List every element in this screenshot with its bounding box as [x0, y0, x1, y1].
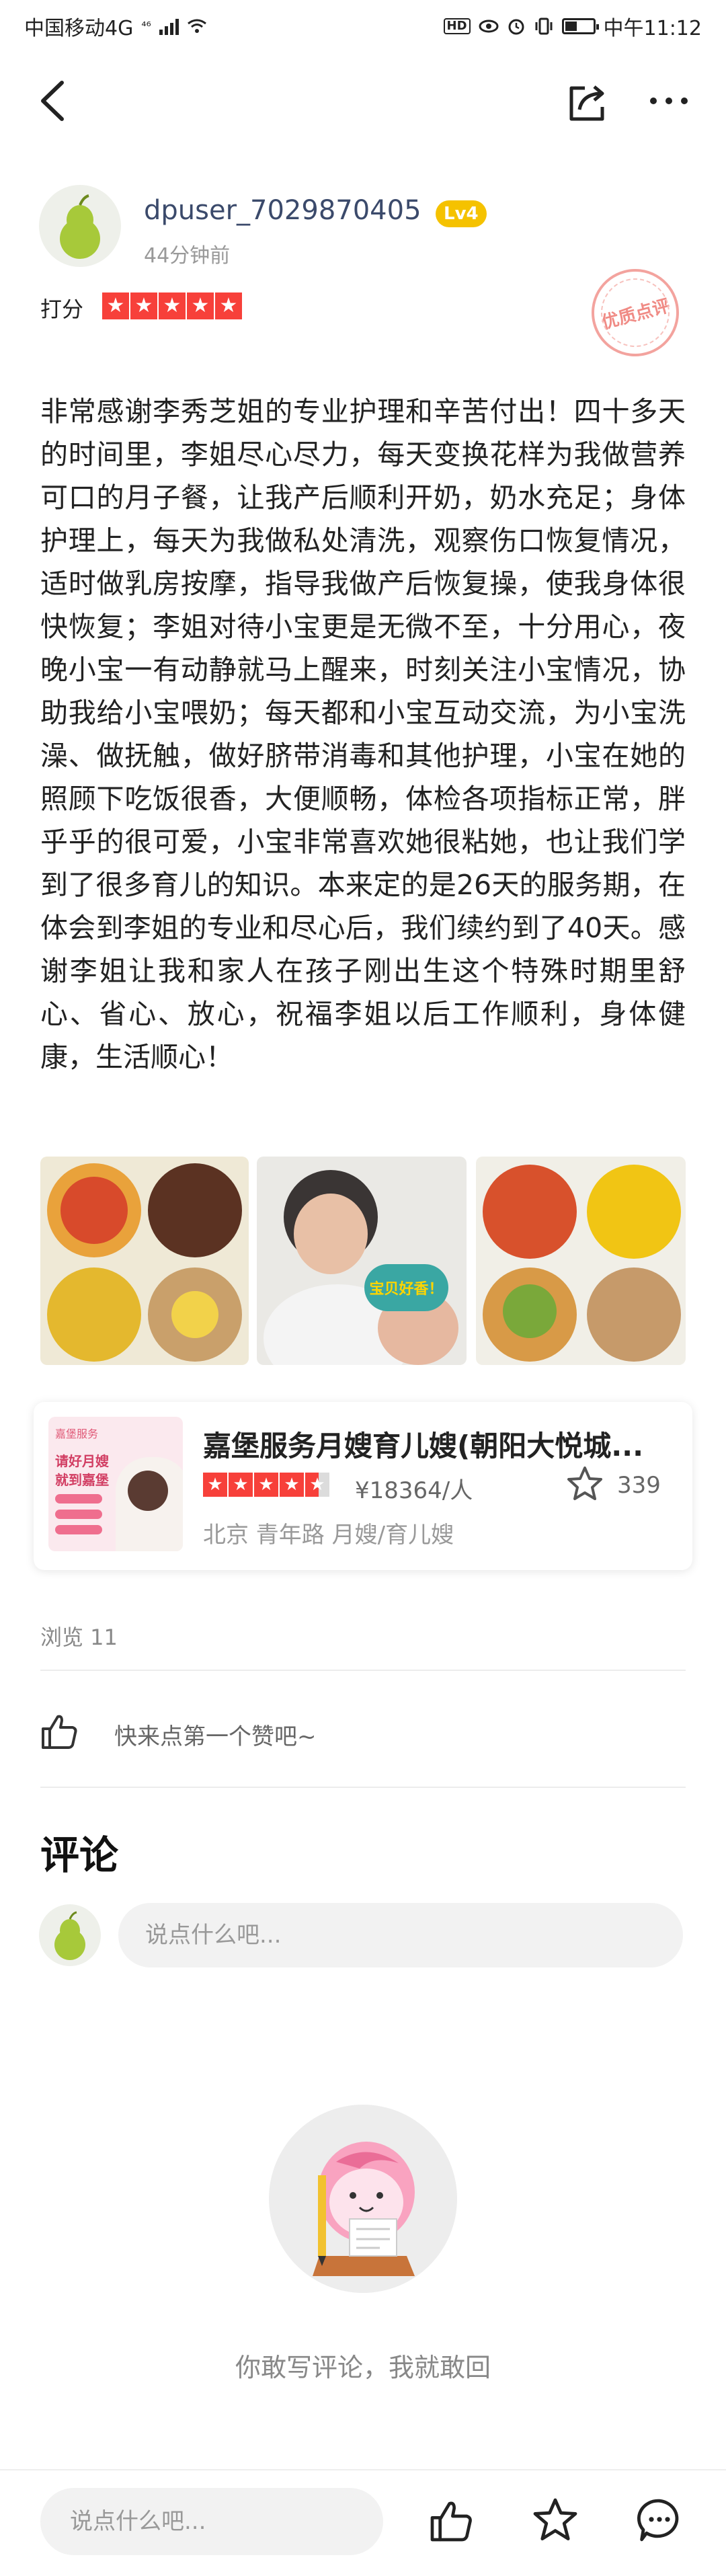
vibrate-icon	[535, 17, 553, 35]
bottom-comment-input[interactable]: 说点什么吧...	[40, 2488, 383, 2555]
quality-review-stamp: 优质点评	[581, 259, 689, 366]
battery-icon	[561, 18, 599, 34]
review-text: 非常感谢李秀芝姐的专业护理和辛苦付出！四十多天的时间里，李姐尽心尽力，每天变换花…	[40, 395, 686, 1073]
post-time: 44分钟前	[144, 244, 231, 268]
divider	[40, 1670, 686, 1671]
divider	[40, 1787, 686, 1788]
comments-title: 评论	[40, 1832, 119, 1878]
star-icon[interactable]	[531, 2496, 579, 2544]
back-icon[interactable]	[34, 77, 74, 124]
clock: 中午11:12	[603, 17, 702, 40]
shop-location: 北京 青年路 月嫂/育儿嫂	[203, 1522, 454, 1549]
status-bar-left: 中国移动4G ⁴⁶	[24, 11, 207, 41]
bottom-bar: 说点什么吧...	[0, 2469, 726, 2576]
shop-rating-stars: ★ ★ ★ ★ ★	[203, 1473, 329, 1497]
status-bar-right: HD 中午11:12	[443, 11, 702, 41]
more-icon[interactable]	[645, 81, 692, 121]
star-icon: ★	[187, 292, 214, 319]
signal-icon	[159, 17, 179, 35]
shop-thumb-line-2: 就到嘉堡	[55, 1472, 109, 1488]
photo-grid: 宝贝好香！	[40, 1157, 686, 1365]
star-icon: ★	[215, 292, 242, 319]
empty-comments-text: 你敢写评论，我就敢回	[235, 2353, 491, 2382]
rating-label: 打分	[40, 297, 84, 322]
star-icon: ★	[254, 1473, 278, 1497]
comment-input[interactable]: 说点什么吧...	[118, 1903, 683, 1967]
view-count: 浏览 11	[40, 1625, 118, 1650]
rating-stars: ★ ★ ★ ★ ★	[102, 292, 242, 319]
like-prompt[interactable]: 快来点第一个赞吧~	[114, 1718, 317, 1751]
alarm-icon	[508, 19, 524, 35]
shop-thumb-line-1: 请好月嫂	[55, 1453, 109, 1469]
carrier-label: 中国移动4G	[24, 17, 134, 40]
favorite-star-icon[interactable]	[565, 1464, 605, 1504]
shop-thumb-brand: 嘉堡服务	[55, 1428, 99, 1440]
hd-badge: HD	[443, 18, 471, 34]
shop-price: ¥18364/人	[355, 1477, 473, 1504]
like-icon[interactable]	[39, 1711, 79, 1752]
star-icon: ★	[280, 1473, 304, 1497]
user-avatar	[39, 1904, 101, 1966]
chat-icon[interactable]	[635, 2496, 684, 2544]
shop-name[interactable]: 嘉堡服务月嫂育儿嫂(朝阳大悦城...	[203, 1423, 643, 1465]
shop-card[interactable]: 嘉堡服务 请好月嫂 就到嘉堡 嘉堡服务月嫂育儿嫂(朝阳大悦城... ★ ★ ★ …	[34, 1402, 692, 1570]
photo-nanny-baby[interactable]: 宝贝好香！	[257, 1157, 467, 1365]
author-username[interactable]: dpuser_7029870405	[144, 195, 421, 226]
photo-food-1[interactable]	[40, 1157, 249, 1365]
author-avatar[interactable]	[39, 185, 121, 267]
wifi-icon	[187, 19, 206, 33]
top-nav	[0, 64, 726, 138]
star-icon: ★	[159, 292, 186, 319]
star-icon: ★	[102, 292, 129, 319]
empty-comments-illustration	[269, 2105, 457, 2293]
status-bar: 中国移动4G ⁴⁶ HD 中午11:12	[0, 0, 726, 52]
like-icon[interactable]	[428, 2497, 475, 2544]
favorite-count: 339	[617, 1472, 661, 1499]
share-icon[interactable]	[565, 79, 612, 126]
photo-food-2[interactable]	[476, 1157, 686, 1365]
network-type: ⁴⁶	[141, 19, 151, 34]
photo-caption-bubble: 宝贝好香！	[364, 1264, 448, 1311]
eye-icon	[479, 19, 499, 33]
half-star-icon: ★	[305, 1473, 329, 1497]
star-icon: ★	[130, 292, 157, 319]
shop-thumbnail: 嘉堡服务 请好月嫂 就到嘉堡	[48, 1417, 183, 1551]
star-icon: ★	[203, 1473, 227, 1497]
star-icon: ★	[229, 1473, 253, 1497]
level-badge: Lv4	[436, 200, 487, 227]
